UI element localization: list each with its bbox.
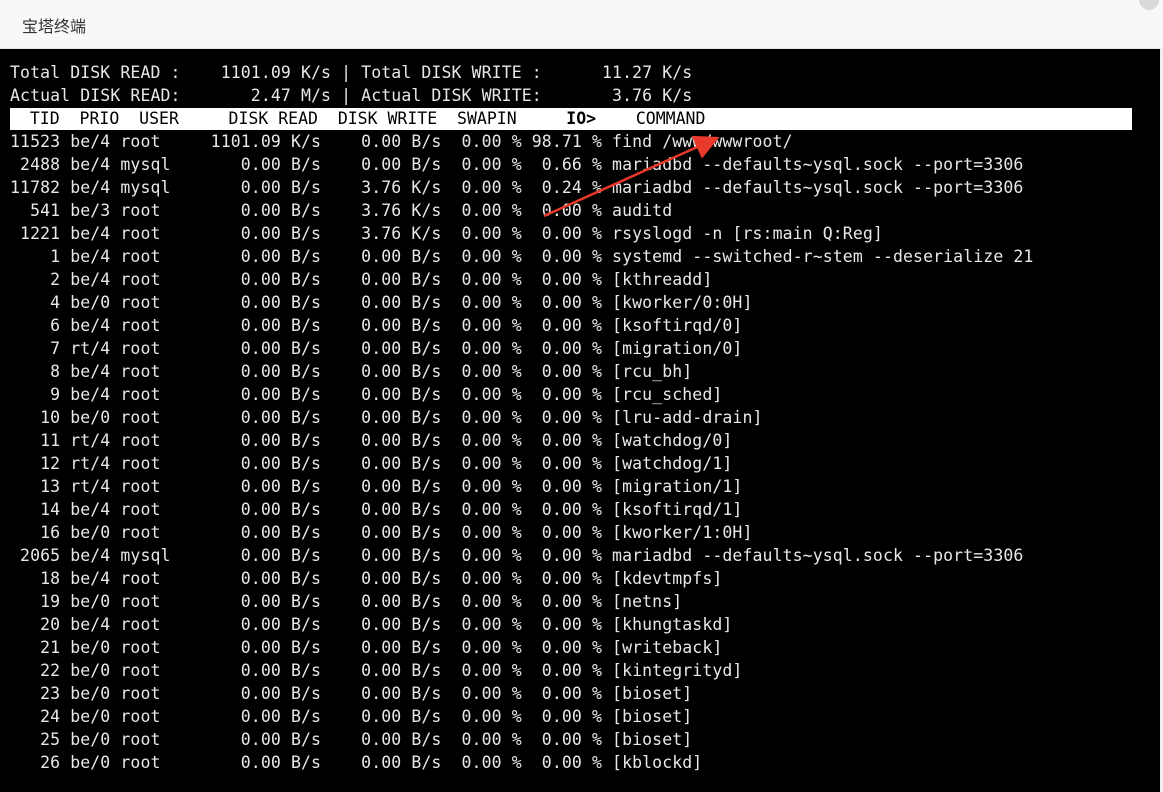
window-title: 宝塔终端: [22, 17, 87, 36]
process-row: 18 be/4 root 0.00 B/s 0.00 B/s 0.00 % 0.…: [10, 569, 723, 588]
process-row: 25 be/0 root 0.00 B/s 0.00 B/s 0.00 % 0.…: [10, 730, 693, 749]
process-row: 22 be/0 root 0.00 B/s 0.00 B/s 0.00 % 0.…: [10, 661, 743, 680]
process-row: 24 be/0 root 0.00 B/s 0.00 B/s 0.00 % 0.…: [10, 707, 693, 726]
window-corner-button[interactable]: [1139, 0, 1159, 10]
process-row: 20 be/4 root 0.00 B/s 0.00 B/s 0.00 % 0.…: [10, 615, 733, 634]
process-row: 13 rt/4 root 0.00 B/s 0.00 B/s 0.00 % 0.…: [10, 477, 743, 496]
terminal-screen[interactable]: Total DISK READ : 1101.09 K/s | Total DI…: [0, 49, 1160, 792]
process-row: 12 rt/4 root 0.00 B/s 0.00 B/s 0.00 % 0.…: [10, 454, 733, 473]
process-row: 10 be/0 root 0.00 B/s 0.00 B/s 0.00 % 0.…: [10, 408, 763, 427]
process-row: 21 be/0 root 0.00 B/s 0.00 B/s 0.00 % 0.…: [10, 638, 723, 657]
process-row: 9 be/4 root 0.00 B/s 0.00 B/s 0.00 % 0.0…: [10, 385, 723, 404]
process-row: 26 be/0 root 0.00 B/s 0.00 B/s 0.00 % 0.…: [10, 753, 703, 772]
process-row: 11 rt/4 root 0.00 B/s 0.00 B/s 0.00 % 0.…: [10, 431, 733, 450]
process-row: 14 be/4 root 0.00 B/s 0.00 B/s 0.00 % 0.…: [10, 500, 743, 519]
process-row: 23 be/0 root 0.00 B/s 0.00 B/s 0.00 % 0.…: [10, 684, 693, 703]
window-titlebar: 宝塔终端: [0, 0, 1163, 49]
process-row: 8 be/4 root 0.00 B/s 0.00 B/s 0.00 % 0.0…: [10, 362, 693, 381]
process-row: 16 be/0 root 0.00 B/s 0.00 B/s 0.00 % 0.…: [10, 523, 753, 542]
annotation-arrow-icon: [543, 135, 720, 218]
process-row: 19 be/0 root 0.00 B/s 0.00 B/s 0.00 % 0.…: [10, 592, 683, 611]
process-row: 2065 be/4 mysql 0.00 B/s 0.00 B/s 0.00 %…: [10, 546, 1024, 565]
